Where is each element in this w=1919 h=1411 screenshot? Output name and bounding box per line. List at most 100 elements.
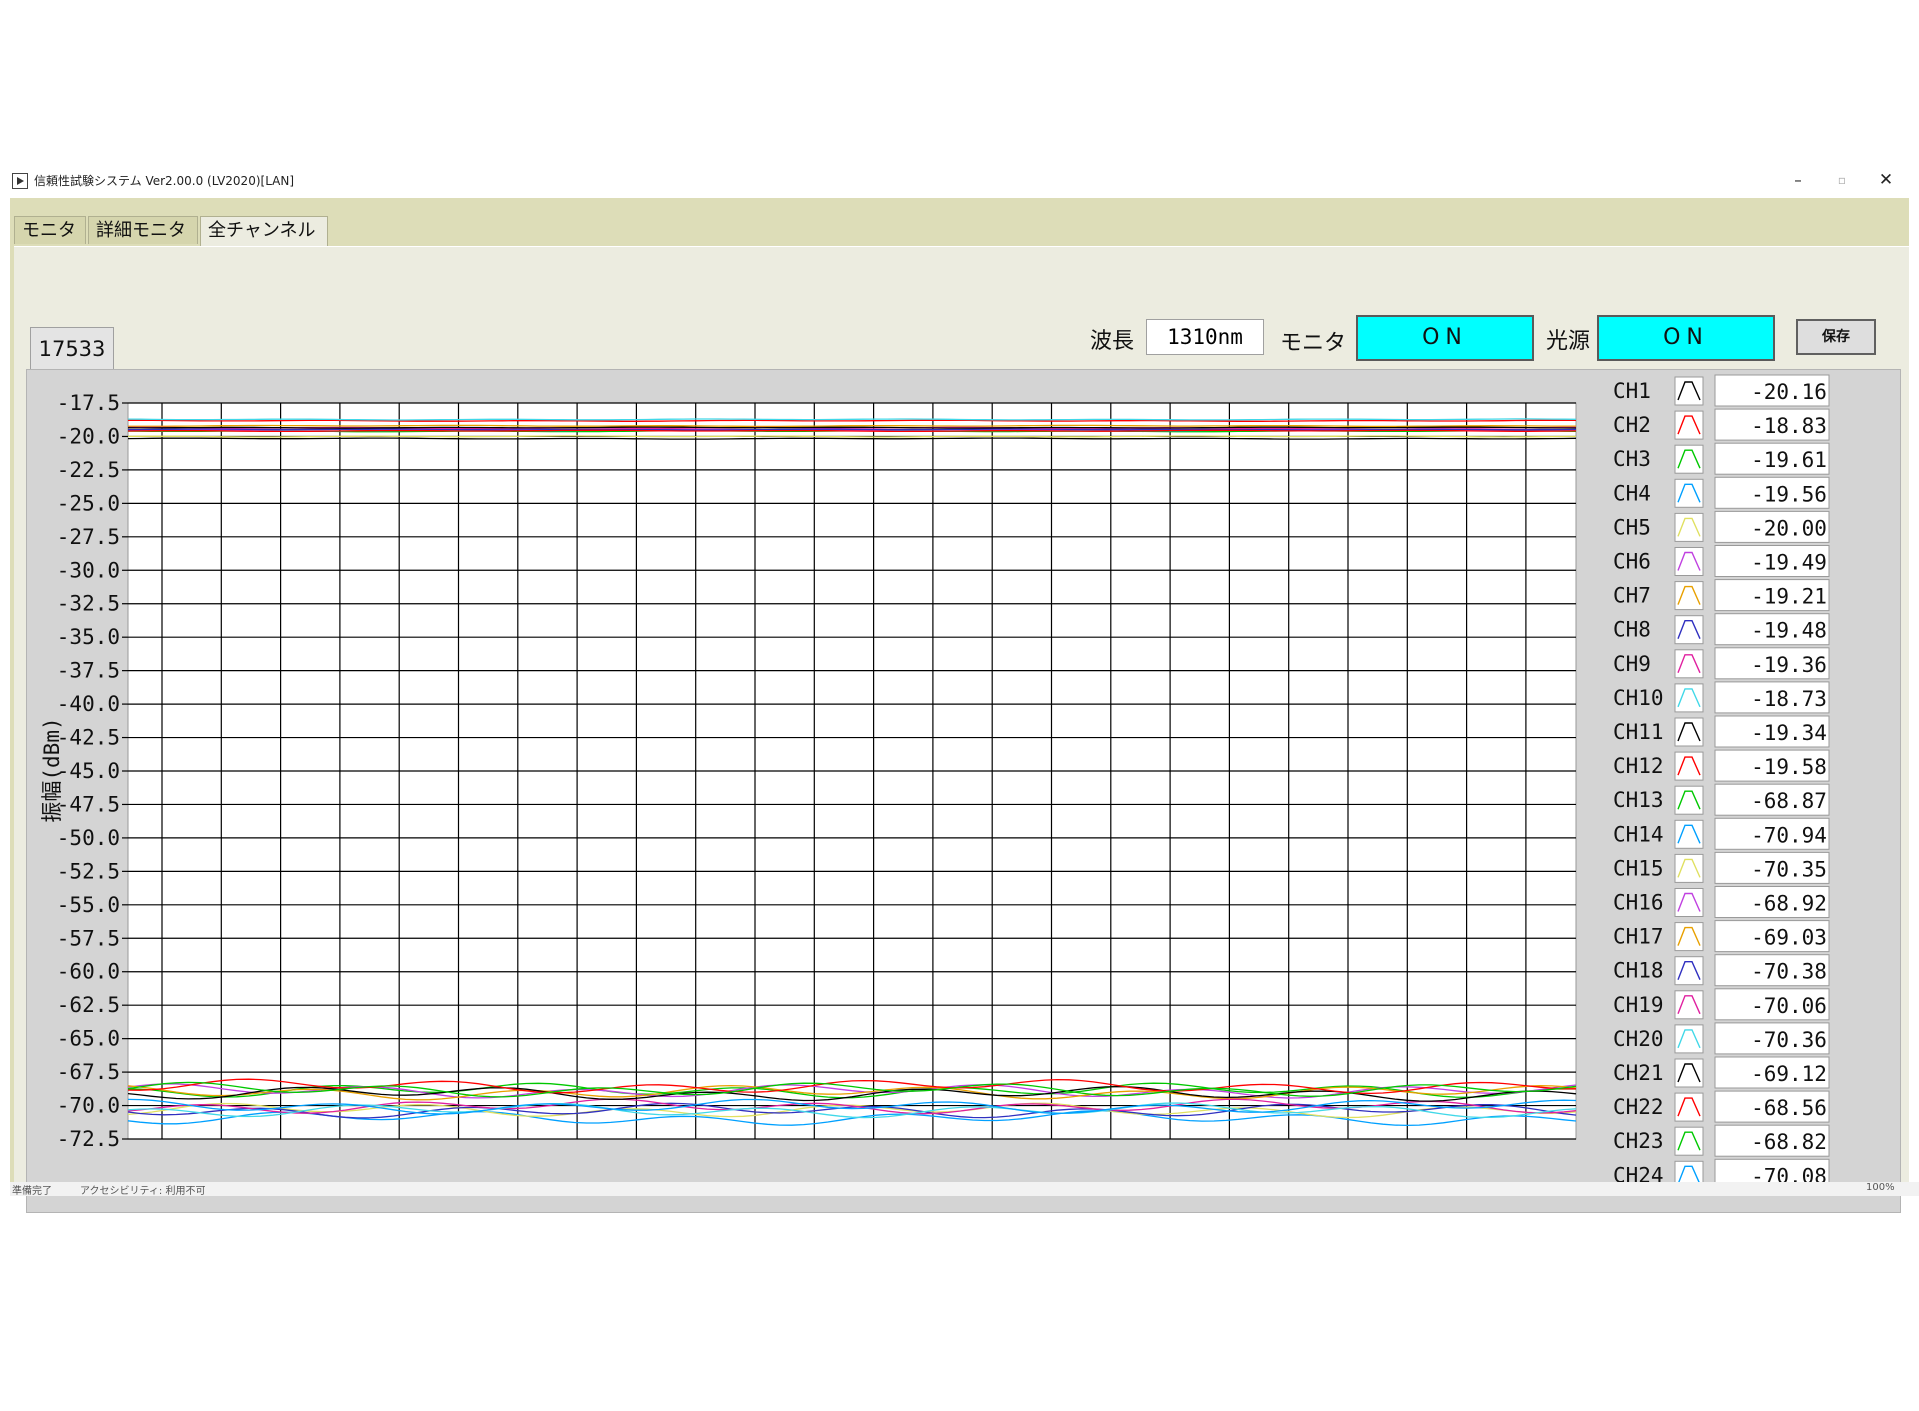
legend-swatch xyxy=(1674,547,1704,576)
legend-item-ch17: CH17 -69.03 xyxy=(1613,920,1830,953)
legend-channel-label: CH23 xyxy=(1613,1129,1664,1153)
app-window: 信頼性試験システム Ver2.00.0 (LV2020)[LAN] – ▫ ✕ … xyxy=(10,164,1919,1213)
tab-all-channels[interactable]: 全チャンネル xyxy=(200,216,328,247)
y-tick-label: -22.5 xyxy=(57,458,120,482)
legend-channel-label: CH21 xyxy=(1613,1061,1664,1085)
monitor-on-button[interactable]: ON xyxy=(1356,315,1534,361)
legend-item-ch2: CH2 -18.83 xyxy=(1613,408,1830,441)
channel-value: -19.49 xyxy=(1751,551,1827,575)
legend-swatch xyxy=(1674,888,1704,917)
all-channels-panel: 波長 1310nm モニタ ON 光源 ON 保存 17533 -17.5 -20… xyxy=(14,246,1909,1213)
legend-item-ch21: CH21 -69.12 xyxy=(1613,1056,1830,1089)
legend-item-ch1: CH1 -20.16 xyxy=(1613,374,1830,407)
legend-item-ch14: CH14 -70.94 xyxy=(1613,817,1830,850)
legend-swatch xyxy=(1674,1024,1704,1054)
legend-channel-label: CH11 xyxy=(1613,720,1664,744)
legend-channel-label: CH8 xyxy=(1613,618,1651,642)
legend-channel-label: CH17 xyxy=(1613,925,1664,949)
legend-channel-label: CH12 xyxy=(1613,754,1664,778)
legend-channel-label: CH16 xyxy=(1613,891,1664,915)
legend-item-ch8: CH8 -19.48 xyxy=(1613,613,1830,646)
legend-channel-label: CH22 xyxy=(1613,1095,1664,1119)
y-tick-label: -45.0 xyxy=(57,759,120,783)
legend-channel-label: CH4 xyxy=(1613,481,1651,505)
client-area: モニタ 詳細モニタ 全チャンネル 波長 1310nm モニタ ON 光源 ON … xyxy=(10,198,1909,1213)
legend-item-ch7: CH7 -19.21 xyxy=(1613,579,1830,612)
channel-value: -19.61 xyxy=(1751,448,1827,472)
y-tick-label: -25.0 xyxy=(57,491,120,515)
tab-detail-monitor[interactable]: 詳細モニタ xyxy=(88,216,198,244)
status-left-text: 準備完了 xyxy=(12,1186,52,1196)
legend-channel-label: CH20 xyxy=(1613,1027,1664,1051)
channel-value: -19.36 xyxy=(1751,653,1827,677)
channel-value: -18.83 xyxy=(1751,414,1827,438)
chart-panel: -17.5 -20.0 -22.5 -25.0 -27.5 -30.0 -32.5 -35.0… xyxy=(26,369,1901,1213)
maximize-button[interactable]: ▫ xyxy=(1822,168,1862,192)
light-source-on-button[interactable]: ON xyxy=(1597,315,1775,361)
legend: CH1 -20.16 CH2 -18.83 CH3 -19.61 CH4 -19.56 CH5 -… xyxy=(1613,374,1830,1191)
legend-swatch xyxy=(1674,478,1704,508)
channel-value: -19.48 xyxy=(1751,619,1827,643)
legend-swatch xyxy=(1674,444,1704,474)
legend-item-ch13: CH13 -68.87 xyxy=(1613,783,1830,816)
chart: -17.5 -20.0 -22.5 -25.0 -27.5 -30.0 -32.5 -35.0… xyxy=(40,374,1830,1191)
channel-value: -68.92 xyxy=(1751,892,1827,916)
legend-swatch xyxy=(1674,683,1704,713)
window-title: 信頼性試験システム Ver2.00.0 (LV2020)[LAN] xyxy=(34,174,295,188)
legend-channel-label: CH3 xyxy=(1613,447,1651,471)
y-axis-label: 振幅(dBm) xyxy=(40,717,64,822)
channel-value: -70.35 xyxy=(1751,857,1827,881)
y-tick-label: -65.0 xyxy=(57,1027,120,1051)
y-tick-label: -37.5 xyxy=(57,659,120,683)
subtab-17533[interactable]: 17533 xyxy=(30,327,114,369)
legend-swatch xyxy=(1674,581,1704,611)
channel-value: -70.94 xyxy=(1751,823,1827,847)
title-bar[interactable]: 信頼性試験システム Ver2.00.0 (LV2020)[LAN] – ▫ ✕ xyxy=(10,164,1919,196)
y-tick-label: -67.5 xyxy=(57,1060,120,1084)
channel-value: -69.03 xyxy=(1751,926,1827,950)
y-tick-label: -17.5 xyxy=(57,391,120,415)
channel-value: -68.87 xyxy=(1751,789,1827,813)
y-axis: -17.5 -20.0 -22.5 -25.0 -27.5 -30.0 -32.5 -35.0… xyxy=(57,391,128,1151)
legend-swatch xyxy=(1674,1126,1704,1156)
channel-value: -20.16 xyxy=(1751,380,1827,404)
legend-channel-label: CH7 xyxy=(1613,584,1651,608)
y-tick-label: -62.5 xyxy=(57,993,120,1017)
channel-value: -19.56 xyxy=(1751,482,1827,506)
legend-item-ch9: CH9 -19.36 xyxy=(1613,647,1830,680)
status-bar: 準備完了 アクセシビリティ: 利用不可 100% xyxy=(10,1182,1919,1196)
legend-swatch xyxy=(1674,649,1704,679)
y-tick-label: -40.0 xyxy=(57,692,120,716)
channel-value: -68.56 xyxy=(1751,1096,1827,1120)
channel-value: -20.00 xyxy=(1751,516,1827,540)
app-icon xyxy=(12,173,28,189)
series-line-ch1 xyxy=(127,437,1577,440)
legend-swatch xyxy=(1674,1092,1704,1122)
legend-swatch xyxy=(1674,717,1704,747)
y-tick-label: -72.5 xyxy=(57,1127,120,1151)
y-tick-label: -55.0 xyxy=(57,893,120,917)
legend-swatch xyxy=(1674,1058,1704,1088)
legend-channel-label: CH5 xyxy=(1613,515,1651,539)
legend-channel-label: CH15 xyxy=(1613,856,1664,880)
tab-monitor[interactable]: モニタ xyxy=(14,216,86,244)
channel-value: -69.12 xyxy=(1751,1062,1827,1086)
close-button[interactable]: ✕ xyxy=(1866,168,1906,192)
save-button[interactable]: 保存 xyxy=(1796,319,1876,355)
legend-swatch xyxy=(1674,410,1704,440)
legend-item-ch10: CH10 -18.73 xyxy=(1613,681,1830,714)
legend-channel-label: CH18 xyxy=(1613,959,1664,983)
legend-item-ch23: CH23 -68.82 xyxy=(1613,1124,1830,1157)
y-tick-label: -20.0 xyxy=(57,424,120,448)
light-source-label: 光源 xyxy=(1546,329,1591,354)
legend-swatch xyxy=(1674,819,1704,849)
channel-value: -68.82 xyxy=(1751,1130,1827,1154)
legend-swatch xyxy=(1674,853,1704,883)
minimize-button[interactable]: – xyxy=(1778,168,1818,192)
legend-item-ch15: CH15 -70.35 xyxy=(1613,851,1830,884)
legend-channel-label: CH1 xyxy=(1613,379,1651,403)
y-tick-label: -60.0 xyxy=(57,960,120,984)
y-tick-label: -35.0 xyxy=(57,625,120,649)
legend-swatch xyxy=(1674,376,1704,406)
y-tick-label: -50.0 xyxy=(57,826,120,850)
